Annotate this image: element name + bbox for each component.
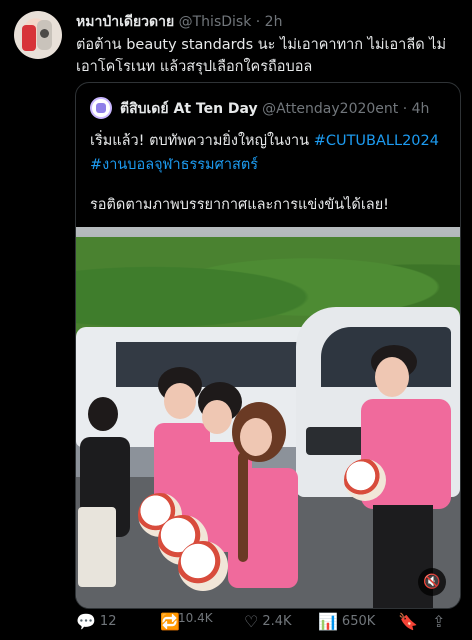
hashtag-link[interactable]: #งานบอลจุฬาธรรมศาสตร์: [90, 157, 258, 173]
separator-dot: ·: [402, 101, 408, 117]
video-media[interactable]: 🔇: [76, 227, 460, 608]
reply-icon: 💬: [76, 612, 96, 631]
separator-dot: ·: [255, 14, 261, 30]
heart-icon: ♡: [244, 612, 259, 631]
retweet-count: 10.4K: [178, 611, 213, 625]
tweet-text: ต่อต้าน beauty standards นะ ไม่เอาคาทาก …: [76, 34, 462, 78]
photo-ball: [344, 459, 386, 501]
quoted-text-line-1: เริ่มแล้ว! ตบทัพความยิ่งใหญ่ในงาน #CUTUB…: [90, 129, 439, 152]
photo-person-black-shirt: [78, 397, 133, 608]
retweet-button[interactable]: 🔁: [160, 612, 180, 631]
author-name[interactable]: หมาป่าเดียวดาย: [76, 14, 174, 30]
bookmark-icon: 🔖: [398, 612, 418, 631]
author-handle[interactable]: @ThisDisk: [179, 14, 252, 30]
avatar-figure-red: [22, 25, 36, 51]
like-count: 2.4K: [262, 614, 292, 629]
author-avatar[interactable]: [14, 11, 62, 59]
avatar-figure-head: [40, 29, 49, 38]
quoted-author-name[interactable]: ตีสิบเดย์ At Ten Day: [120, 101, 258, 117]
quoted-text: เริ่มแล้ว! ตบทัพความยิ่งใหญ่ในงาน: [90, 133, 314, 149]
quoted-tweet[interactable]: ตีสิบเดย์ At Ten Day @Attenday2020ent · …: [75, 82, 461, 609]
views-icon: 📊: [318, 612, 338, 631]
quoted-tweet-header: ตีสิบเดย์ At Ten Day @Attenday2020ent · …: [120, 98, 429, 120]
views-count: 650K: [341, 614, 376, 629]
share-button[interactable]: ⇪: [432, 612, 445, 631]
reply-count: 12: [99, 614, 117, 629]
bookmark-button[interactable]: 🔖: [398, 612, 418, 631]
tweet-actions-bar: 💬 12 🔁 ♡ 2.4K 📊 650K 🔖 ⇪: [0, 612, 472, 640]
views-button[interactable]: 📊 650K: [318, 612, 375, 631]
reply-button[interactable]: 💬 12: [76, 612, 116, 631]
photo-ball: [178, 541, 228, 591]
tweet-timestamp[interactable]: 2h: [265, 14, 283, 30]
retweet-icon: 🔁: [160, 612, 180, 631]
tweet-text-line-2: เอาโคโรเนท แล้วสรุปเลือกใครถือบอล: [76, 59, 313, 75]
speaker-muted-icon[interactable]: 🔇: [418, 568, 446, 596]
quoted-tweet-timestamp[interactable]: 4h: [412, 101, 430, 117]
quoted-author-handle[interactable]: @Attenday2020ent: [262, 101, 398, 117]
quoted-author-avatar[interactable]: [90, 97, 112, 119]
quoted-text-line-2: #งานบอลจุฬาธรรมศาสตร์: [90, 153, 258, 176]
like-button[interactable]: ♡ 2.4K: [244, 612, 292, 631]
tweet-text-line-1: ต่อต้าน beauty standards นะ ไม่เอาคาทาก …: [76, 37, 447, 53]
share-icon: ⇪: [432, 612, 446, 631]
hashtag-link[interactable]: #CUTUBALL2024: [314, 133, 439, 149]
quoted-text-line-3: รอติดตามภาพบรรยากาศและการแข่งขันได้เลย!: [90, 197, 389, 213]
photo-person-woman-braid: [226, 402, 304, 608]
tweet-header: หมาป่าเดียวดาย @ThisDisk · 2h: [76, 11, 282, 33]
